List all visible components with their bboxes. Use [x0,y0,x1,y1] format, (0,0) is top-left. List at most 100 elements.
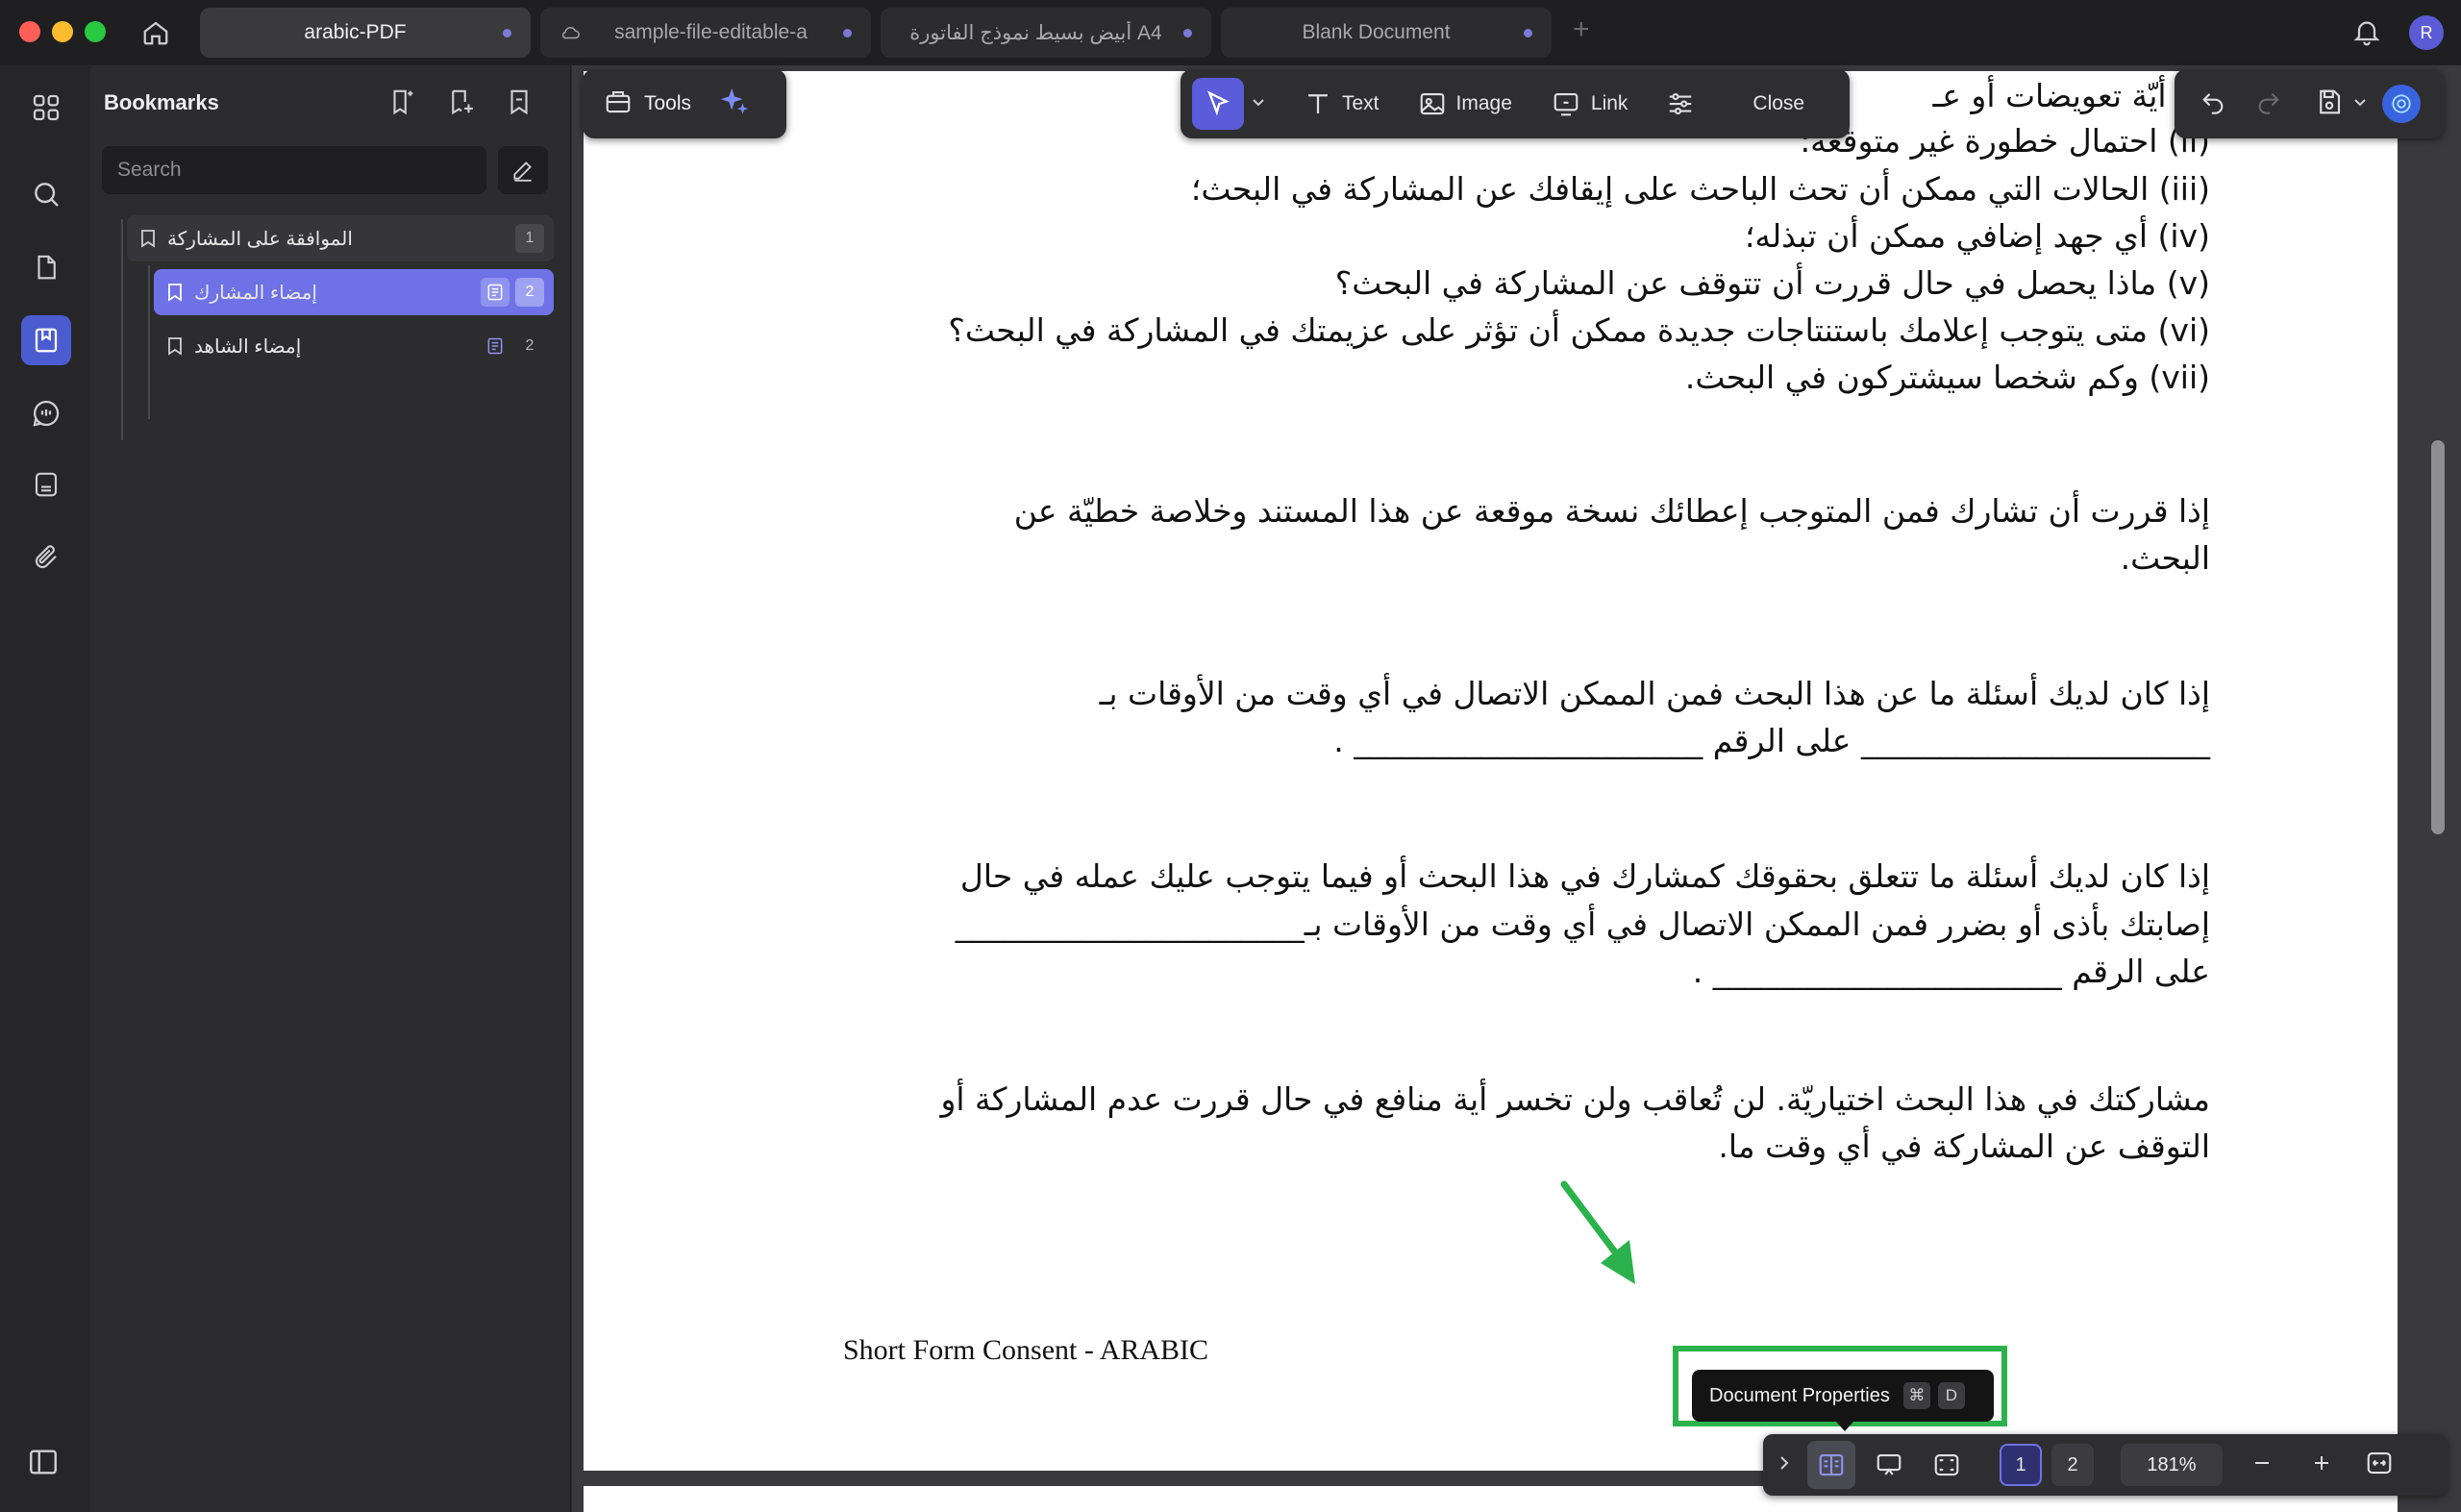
close-label: Close [1753,92,1805,114]
edit-toolbar: Text Image Link Close [1181,69,1850,138]
tree-line [148,265,150,419]
bell-icon[interactable] [2351,15,2382,53]
bookmark-item-consent[interactable]: الموافقة على المشاركة 1 [127,215,554,261]
select-tool-button[interactable] [1192,78,1244,130]
tooltip-tail [1836,1422,1853,1431]
tooltip-label: Document Properties [1709,1384,1890,1406]
presentation-icon[interactable] [1865,1441,1913,1489]
attachment-icon[interactable] [21,533,71,582]
search-input[interactable] [117,159,486,182]
avatar[interactable]: R [2409,15,2444,50]
bookmark-item-participant-signature[interactable]: إمضاء المشارك 2 [154,269,554,315]
properties-sliders-icon[interactable] [1666,69,1695,138]
ai-assistant-icon[interactable] [2382,85,2421,123]
link-tool-button[interactable]: Link [1551,69,1628,138]
chevron-down-icon[interactable] [2353,95,2367,112]
fit-page-icon[interactable] [1923,1441,1971,1489]
status-bar: 1 2 181% [1763,1434,2448,1496]
tab-title: arabic-PDF [304,21,407,43]
tools-bar: Tools [583,69,786,138]
tree-line [121,219,123,440]
close-edit-button[interactable]: Close [1753,69,1804,138]
search-icon[interactable] [21,169,71,219]
toolbox-icon[interactable] [604,87,633,121]
image-tool-label: Image [1455,92,1512,114]
document-properties-button[interactable] [1807,1441,1855,1489]
avatar-letter: R [2420,22,2433,42]
bookmark-search[interactable] [102,146,486,194]
tab-close-dot[interactable] [843,28,852,37]
zoom-window-button[interactable] [85,21,106,42]
zoom-level[interactable]: 181% [2121,1444,2223,1486]
remove-bookmark-icon[interactable] [502,85,536,119]
vertical-scrollbar[interactable] [2431,440,2445,834]
tools-button[interactable]: Tools [644,92,691,115]
page-number: 1 [2015,1453,2026,1475]
image-tool-button[interactable]: Image [1418,69,1512,138]
minimize-window-button[interactable] [52,21,73,42]
bookmark-page-badge: 2 [525,337,534,354]
comment-icon[interactable] [21,388,71,438]
undo-icon[interactable] [2200,88,2226,120]
bookmark-page-badge: 1 [515,224,544,253]
close-window-button[interactable] [19,21,40,42]
app-window: arabic-PDF sample-file-editable-a A4 أبي… [0,0,2461,1512]
command-key-icon: ⌘ [1902,1382,1930,1409]
redo-icon[interactable] [2255,88,2282,120]
bookmarks-panel: Bookmarks الموافقة على المشاركة 1 [90,65,571,1512]
left-rail [0,65,90,1512]
tab-arabic-pdf[interactable]: arabic-PDF [200,8,531,58]
zoom-out-icon[interactable] [2251,1452,2273,1478]
annotation-arrow [1560,1180,1635,1284]
add-bookmark-ai-icon[interactable] [385,85,419,119]
tab-close-dot[interactable] [1524,28,1532,37]
bookmark-label: إمضاء المشارك [194,282,317,304]
document-properties-tooltip: Document Properties ⌘ D [1692,1370,1994,1422]
bookmark-item-icon [167,283,183,302]
edit-bookmark-button[interactable] [498,146,548,194]
bookmark-page-badge: 2 [515,278,544,307]
zoom-value: 181% [2147,1453,2197,1475]
cloud-icon [559,25,581,40]
tab-invoice[interactable]: A4 أبيض بسيط نموذج الفاتورة [881,8,1211,58]
bookmark-item-witness-signature[interactable]: إمضاء الشاهد 2 [154,323,554,369]
tab-blank-document[interactable]: Blank Document [1221,8,1552,58]
shortcut-key: D [1937,1382,1965,1409]
tab-title: Blank Document [1302,21,1451,43]
pages-icon[interactable] [21,242,71,292]
title-bar: arabic-PDF sample-file-editable-a A4 أبي… [0,0,2461,65]
bookmark-icon[interactable] [21,315,71,365]
bookmark-label: الموافقة على المشاركة [167,228,353,250]
tab-close-dot[interactable] [503,28,511,37]
new-tab-button[interactable]: + [1573,13,1590,46]
home-icon[interactable] [138,15,173,50]
save-icon[interactable] [2315,87,2344,121]
bookmark-properties-icon[interactable] [481,332,510,360]
zoom-in-icon[interactable] [2311,1452,2332,1478]
bookmark-properties-icon[interactable] [481,278,510,307]
thumbnails-icon[interactable] [21,83,71,133]
tab-title: A4 أبيض بسيط نموذج الفاتورة [909,21,1162,44]
form-icon[interactable] [21,459,71,509]
chevron-right-icon[interactable] [1778,1455,1790,1475]
panel-title: Bookmarks [104,90,219,114]
bookmark-label: إمضاء الشاهد [194,335,302,358]
sidebar-toggle-icon[interactable] [27,1446,60,1483]
page-number: 2 [2067,1453,2078,1475]
text-tool-label: Text [1342,92,1380,114]
chevron-down-icon[interactable] [1252,95,1265,112]
bookmark-item-icon [140,229,156,248]
add-bookmark-icon[interactable] [444,85,479,119]
ai-sparkle-icon[interactable] [718,86,751,123]
page-1-button[interactable]: 1 [2000,1444,2042,1486]
right-toolbar [2175,69,2444,138]
pdf-page: (i) أيّة تعويضات أو عـ (ii) احتمال خطورة… [584,71,2398,1471]
document-area: (i) أيّة تعويضات أو عـ (ii) احتمال خطورة… [572,65,2461,1512]
text-tool-button[interactable]: Text [1304,69,1380,138]
link-tool-label: Link [1590,92,1628,114]
bookmark-item-icon [167,336,183,356]
tab-close-dot[interactable] [1183,28,1192,37]
tab-sample-file[interactable]: sample-file-editable-a [540,8,871,58]
page-2-button[interactable]: 2 [2051,1444,2094,1486]
fit-width-icon[interactable] [2365,1449,2394,1482]
